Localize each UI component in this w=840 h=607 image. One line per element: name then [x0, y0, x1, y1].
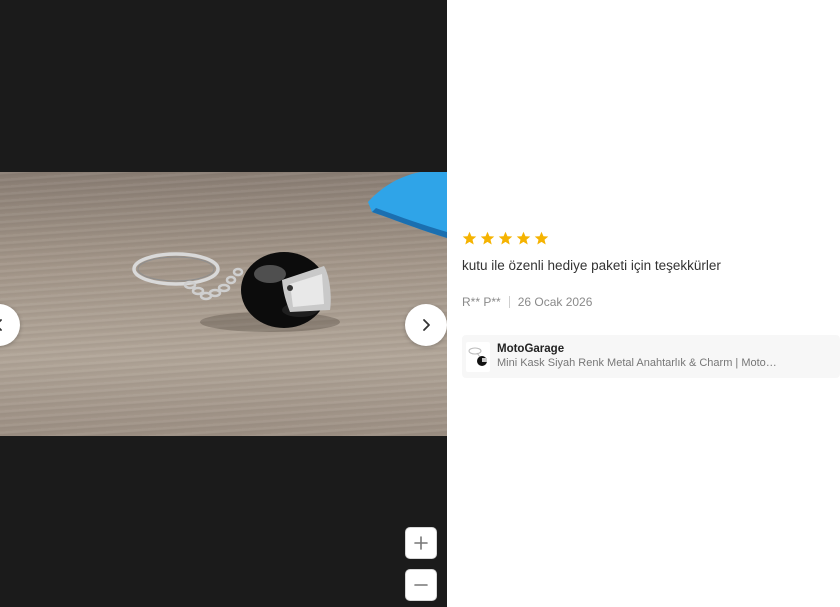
star-icon [498, 231, 513, 244]
review-date: 26 Ocak 2026 [517, 295, 593, 309]
review-photo [0, 172, 447, 436]
zoom-in-button[interactable] [405, 527, 437, 559]
product-thumbnail [466, 341, 490, 372]
image-viewer [0, 0, 447, 607]
minus-icon [414, 584, 428, 586]
star-icon [516, 231, 531, 244]
plus-icon [414, 536, 428, 550]
product-thumbnail-image [468, 347, 487, 366]
chevron-right-icon [423, 319, 430, 331]
star-icon [480, 231, 495, 244]
star-icon [462, 231, 477, 244]
star-rating [462, 229, 840, 247]
review-meta: R** P** 26 Ocak 2026 [462, 295, 840, 309]
star-icon [534, 231, 549, 244]
meta-divider [508, 296, 510, 308]
product-info: MotoGarage Mini Kask Siyah Renk Metal An… [497, 342, 787, 371]
review-panel: kutu ile özenli hediye paketi için teşek… [462, 229, 840, 378]
helmet-keychain-image [132, 172, 447, 332]
review-author: R** P** [462, 295, 501, 309]
next-image-button[interactable] [405, 304, 447, 346]
zoom-out-button[interactable] [405, 569, 437, 601]
review-text: kutu ile özenli hediye paketi için teşek… [462, 258, 721, 273]
product-title[interactable]: Mini Kask Siyah Renk Metal Anahtarlık & … [497, 356, 787, 371]
chevron-left-icon [0, 319, 2, 331]
product-card[interactable]: MotoGarage Mini Kask Siyah Renk Metal An… [462, 335, 840, 378]
seller-name[interactable]: MotoGarage [497, 342, 787, 356]
